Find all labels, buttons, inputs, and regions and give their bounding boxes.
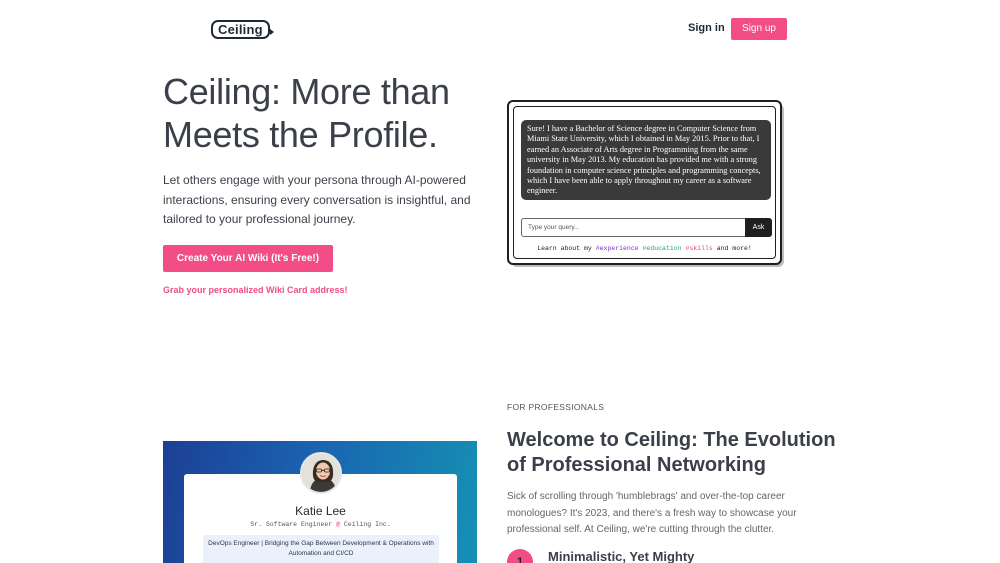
logo-arrow-icon bbox=[269, 29, 274, 35]
section-description: Sick of scrolling through 'humblebrags' … bbox=[507, 491, 797, 535]
ask-button[interactable]: Ask bbox=[745, 218, 772, 237]
learn-suffix: and more! bbox=[716, 245, 752, 252]
create-ai-wiki-button[interactable]: Create Your AI Wiki (It's Free!) bbox=[163, 245, 333, 272]
learn-about-line: Learn about my #experience #education #s… bbox=[514, 245, 775, 252]
tag-education[interactable]: #education bbox=[643, 245, 682, 252]
tag-skills[interactable]: #skills bbox=[685, 245, 712, 252]
profile-role-at: @ bbox=[336, 521, 340, 528]
profile-role-title: Sr. Software Engineer bbox=[250, 521, 333, 528]
learn-prefix: Learn about my bbox=[537, 245, 592, 252]
step-number-badge: 1 bbox=[507, 549, 533, 563]
avatar bbox=[300, 452, 342, 494]
profile-role-company: Ceiling Inc. bbox=[343, 521, 391, 528]
sign-up-button[interactable]: Sign up bbox=[731, 18, 787, 40]
chat-response-bubble: Sure! I have a Bachelor of Science degre… bbox=[521, 120, 771, 200]
profile-bio: DevOps Engineer | Bridging the Gap Betwe… bbox=[203, 535, 439, 563]
logo-text: Ceiling bbox=[211, 19, 270, 39]
chat-card: Sure! I have a Bachelor of Science degre… bbox=[507, 100, 782, 265]
section-title: Welcome to Ceiling: The Evolution of Pro… bbox=[507, 429, 836, 476]
sign-in-link[interactable]: Sign in bbox=[688, 22, 725, 34]
ceiling-logo[interactable]: Ceiling bbox=[211, 19, 274, 39]
hero-description: Let others engage with your persona thro… bbox=[163, 173, 471, 226]
profile-role: Sr. Software Engineer @ Ceiling Inc. bbox=[184, 521, 457, 528]
wiki-card-address-link[interactable]: Grab your personalized Wiki Card address… bbox=[163, 285, 347, 295]
section-eyebrow: FOR PROFESSIONALS bbox=[507, 402, 605, 412]
query-input[interactable]: Type your query... bbox=[521, 218, 746, 237]
tag-experience[interactable]: #experience bbox=[596, 245, 639, 252]
hero-title: Ceiling: More than Meets the Profile. bbox=[163, 71, 450, 155]
step-title: Minimalistic, Yet Mighty bbox=[548, 549, 695, 563]
profile-name: Katie Lee bbox=[295, 504, 346, 518]
chat-card-inner: Sure! I have a Bachelor of Science degre… bbox=[513, 106, 776, 259]
